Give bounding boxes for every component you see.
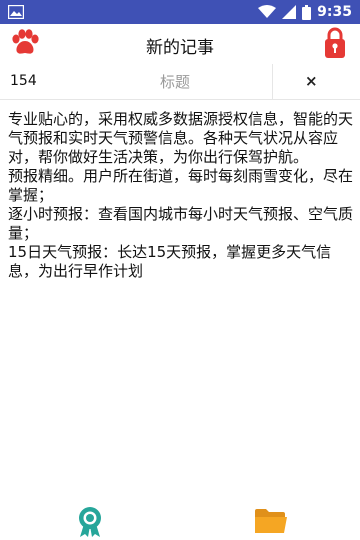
page-title: 新的记事 [146, 38, 214, 58]
folder-icon[interactable] [254, 508, 288, 534]
status-time: 9:35 [317, 4, 352, 20]
bottom-bar [0, 500, 360, 540]
award-icon[interactable] [76, 506, 104, 538]
wifi-icon [258, 5, 277, 18]
battery-icon [302, 4, 312, 20]
lock-icon[interactable] [324, 27, 346, 59]
note-body[interactable]: 专业贴心的，采用权威多数据源授权信息，智能的天气预报和实时天气预警信息。各种天气… [8, 110, 354, 281]
status-bar: 9:35 [0, 0, 360, 24]
signal-icon [282, 5, 297, 19]
char-count: 154 [10, 73, 37, 89]
title-input[interactable] [80, 66, 270, 98]
app-bar: 新的记事 [0, 24, 360, 64]
divider [272, 64, 273, 100]
clear-button[interactable]: × [305, 72, 318, 90]
image-icon [8, 5, 24, 19]
title-row: 154 × [0, 64, 360, 100]
